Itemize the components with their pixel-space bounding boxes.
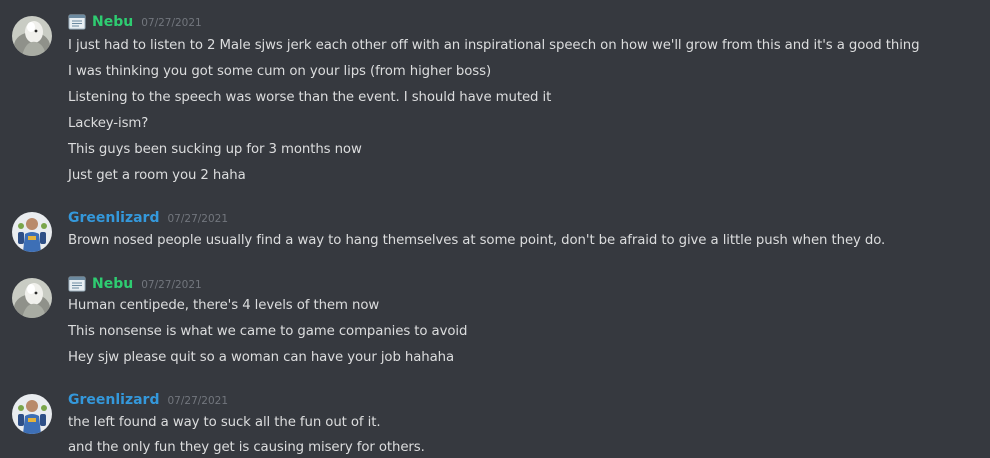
message-text: and the only fun they get is causing mis…	[68, 440, 425, 455]
message-text: Hey sjw please quit so a woman can have …	[68, 350, 455, 365]
message-header: Nebu 07/27/2021	[68, 274, 202, 294]
notepad-icon	[68, 14, 86, 30]
message-text: I was thinking you got some cum on your …	[68, 64, 492, 79]
timestamp: 07/27/2021	[167, 395, 229, 407]
message-text: I just had to listen to 2 Male sjws jerk…	[68, 38, 920, 53]
message-header: Greenlizard 07/27/2021	[68, 208, 228, 228]
timestamp: 07/27/2021	[167, 213, 229, 225]
message-text: the left found a way to suck all the fun…	[68, 415, 381, 430]
message-text: Lackey-ism?	[68, 116, 149, 131]
message-text: Brown nosed people usually find a way to…	[68, 233, 886, 248]
timestamp: 07/27/2021	[141, 279, 202, 291]
message-text: Listening to the speech was worse than t…	[68, 90, 552, 105]
username[interactable]: Nebu	[92, 12, 133, 32]
notepad-icon	[68, 276, 86, 292]
message-text: Human centipede, there's 4 levels of the…	[68, 298, 380, 313]
avatar[interactable]	[12, 16, 52, 56]
avatar[interactable]	[12, 212, 52, 252]
message-text: Just get a room you 2 haha	[68, 168, 246, 183]
username[interactable]: Greenlizard	[68, 208, 159, 228]
username[interactable]: Nebu	[92, 274, 133, 294]
message-text: This guys been sucking up for 3 months n…	[68, 142, 362, 157]
message-text: This nonsense is what we came to game co…	[68, 324, 468, 339]
avatar[interactable]	[12, 278, 52, 318]
username[interactable]: Greenlizard	[68, 390, 159, 410]
message-header: Nebu 07/27/2021	[68, 12, 202, 32]
message-header: Greenlizard 07/27/2021	[68, 390, 228, 410]
timestamp: 07/27/2021	[141, 17, 202, 29]
chat-message-list: Nebu 07/27/2021 I just had to listen to …	[0, 0, 990, 458]
avatar[interactable]	[12, 394, 52, 434]
